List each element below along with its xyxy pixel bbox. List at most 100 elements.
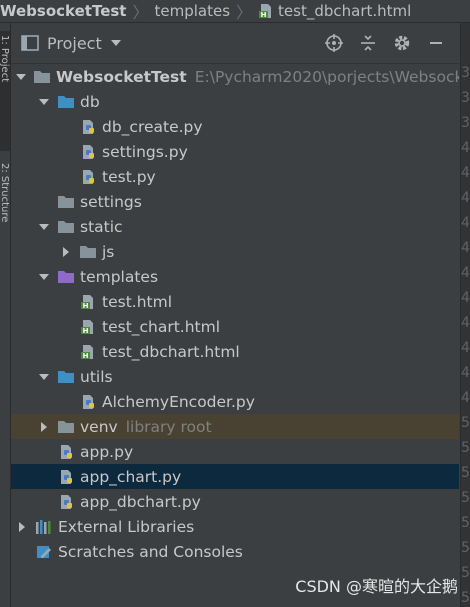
html-file-icon: H (79, 294, 97, 310)
svg-text:H: H (83, 302, 89, 310)
tree-row[interactable]: External Libraries (11, 514, 459, 539)
breadcrumb-project[interactable]: WebsocketTest (0, 2, 126, 20)
tree-item-label: Scratches and Consoles (58, 542, 243, 561)
tree-item-label: db_create.py (102, 117, 203, 136)
tree-item-label: js (102, 242, 115, 261)
tree-item-label: db (80, 92, 100, 111)
expand-arrow-right-icon[interactable] (15, 520, 29, 534)
expand-arrow-down-icon[interactable] (37, 220, 51, 234)
gear-icon[interactable] (391, 32, 413, 54)
line-number: 4 (461, 315, 470, 331)
html-file-icon: H (258, 3, 274, 19)
tree-item-label: External Libraries (58, 517, 195, 536)
line-number: 3 (461, 115, 470, 131)
line-number: 5 (461, 515, 470, 531)
breadcrumb-file-label: test_dbchart.html (278, 2, 412, 20)
tree-row[interactable]: db (11, 89, 459, 114)
line-number: 4 (461, 365, 470, 381)
html-file-icon: H (79, 319, 97, 335)
tree-row[interactable]: Htest_dbchart.html (11, 339, 459, 364)
line-number: 4 (461, 140, 470, 156)
expand-arrow-down-icon[interactable] (15, 70, 27, 84)
breadcrumb-file[interactable]: H test_dbchart.html (258, 2, 411, 20)
project-panel-icon (21, 35, 39, 51)
project-view-selector[interactable]: Project (21, 34, 122, 53)
line-number: 5 (461, 465, 470, 481)
tree-item-label: WebsocketTest (56, 67, 187, 86)
minimize-icon[interactable] (425, 32, 447, 54)
tree-item-label: app_dbchart.py (80, 492, 201, 511)
breadcrumb-separator-icon: 〉 (132, 3, 149, 22)
python-file-icon (79, 144, 97, 160)
line-number: 3 (461, 90, 470, 106)
tree-row[interactable]: Htest_chart.html (11, 314, 459, 339)
tree-item-label: static (80, 217, 123, 236)
tree-row[interactable]: Scratches and Consoles (11, 539, 459, 564)
project-tree[interactable]: WebsocketTest E:\Pycharm2020\porjects\Web… (11, 64, 459, 607)
line-number: 4 (461, 390, 470, 406)
tree-row[interactable]: js (11, 239, 459, 264)
tree-row[interactable]: WebsocketTest E:\Pycharm2020\porjects\Web… (11, 64, 459, 89)
tree-row[interactable]: app_chart.py (11, 464, 459, 489)
package-folder-icon (57, 94, 75, 110)
tree-row[interactable]: app.py (11, 439, 459, 464)
navigation-bar: WebsocketTest 〉 templates 〉 H test_dbcha… (0, 0, 470, 23)
tree-item-hint: library root (125, 417, 212, 436)
tree-item-label: test.html (102, 292, 172, 311)
line-number: 4 (461, 190, 470, 206)
tree-row[interactable]: AlchemyEncoder.py (11, 389, 459, 414)
line-number: 5 (461, 440, 470, 456)
tree-row[interactable]: settings (11, 189, 459, 214)
locate-target-icon[interactable] (323, 32, 345, 54)
structure-tool-label: 2: Structure (0, 163, 10, 223)
python-file-icon (57, 494, 75, 510)
python-file-icon (79, 169, 97, 185)
editor-gutter: 3 3 3 4 4 4 4 4 4 4 4 4 4 4 5 5 5 5 5 5 5 5 (460, 23, 470, 607)
python-file-icon (79, 119, 97, 135)
tree-item-label: app_chart.py (80, 467, 182, 486)
excluded-folder-icon (57, 419, 75, 435)
tree-item-label: settings (80, 192, 142, 211)
project-tool-label: 1: Project (0, 35, 10, 83)
tree-item-label: app.py (80, 442, 134, 461)
tree-row[interactable]: app_dbchart.py (11, 489, 459, 514)
python-file-icon (79, 394, 97, 410)
folder-icon (79, 244, 97, 260)
expand-arrow-down-icon[interactable] (37, 270, 51, 284)
tree-row[interactable]: test.py (11, 164, 459, 189)
tree-item-label: test.py (102, 167, 156, 186)
project-tool-tab[interactable]: 1: Project (0, 31, 10, 151)
chevron-down-icon[interactable] (110, 39, 122, 47)
structure-tool-tab[interactable]: 2: Structure (0, 163, 10, 273)
expand-arrow-right-icon[interactable] (37, 420, 51, 434)
expand-arrow-down-icon[interactable] (37, 95, 51, 109)
tree-row[interactable]: venv library root (11, 414, 459, 439)
expand-arrow-down-icon[interactable] (37, 370, 51, 384)
line-number: 4 (461, 215, 470, 231)
tree-item-label: venv (80, 417, 118, 436)
html-file-icon: H (79, 344, 97, 360)
tree-row[interactable]: db_create.py (11, 114, 459, 139)
tree-row[interactable]: templates (11, 264, 459, 289)
tree-item-label: test_chart.html (102, 317, 221, 336)
svg-text:H: H (261, 11, 267, 19)
tree-row[interactable]: static (11, 214, 459, 239)
collapse-all-icon[interactable] (357, 32, 379, 54)
breadcrumb-folder[interactable]: templates (155, 2, 231, 20)
tree-row[interactable]: settings.py (11, 139, 459, 164)
tree-row[interactable]: Htest.html (11, 289, 459, 314)
folder-icon (57, 194, 75, 210)
tree-item-label: settings.py (102, 142, 188, 161)
templates-folder-icon (57, 269, 75, 285)
scratches-icon (35, 544, 53, 560)
expand-arrow-right-icon[interactable] (59, 245, 73, 259)
tree-row[interactable]: utils (11, 364, 459, 389)
line-number: 5 (461, 565, 470, 581)
